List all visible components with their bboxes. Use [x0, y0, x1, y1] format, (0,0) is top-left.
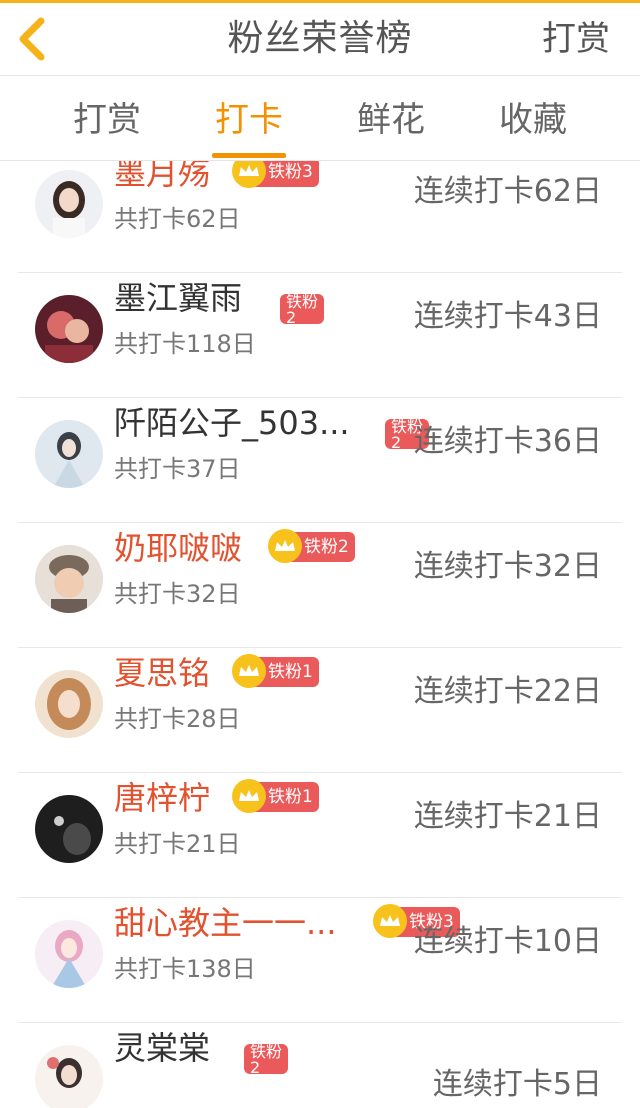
- tab-bar: 打赏 打卡 鲜花 收藏: [0, 76, 640, 161]
- tab-active-indicator: [212, 153, 286, 158]
- crown-icon: [232, 654, 266, 688]
- streak-checkin: 连续打卡43日: [413, 299, 602, 334]
- list-item[interactable]: 夏思铭 铁粉1 共打卡28日 连续打卡22日: [18, 647, 622, 773]
- list-item[interactable]: 灵棠棠 铁粉 2 连续打卡5日: [18, 1022, 622, 1108]
- fan-level-badge: 铁粉 2: [280, 294, 325, 324]
- list-item[interactable]: 墨江翼雨 铁粉 2 共打卡118日 连续打卡43日: [18, 272, 622, 398]
- streak-checkin: 连续打卡62日: [413, 174, 602, 209]
- tab-label: 打赏: [73, 100, 141, 140]
- fan-name[interactable]: 唐梓柠: [114, 776, 210, 820]
- list-item[interactable]: 唐梓柠 铁粉1 共打卡21日 连续打卡21日: [18, 772, 622, 898]
- fan-level-badge: 铁粉2: [268, 529, 355, 563]
- tab-label: 打卡: [215, 100, 283, 140]
- total-checkin: 共打卡62日: [114, 205, 241, 233]
- streak-checkin: 连续打卡32日: [413, 549, 602, 584]
- avatar: [35, 295, 103, 363]
- fan-level-badge: 铁粉3: [232, 161, 319, 188]
- fan-level-badge: 铁粉1: [232, 654, 319, 688]
- avatar: [35, 1045, 103, 1108]
- list-item[interactable]: 甜心教主一一... 铁粉3 共打卡138日 连续打卡10日: [18, 897, 622, 1023]
- reward-button[interactable]: 打赏: [542, 3, 610, 75]
- avatar: [35, 170, 103, 238]
- total-checkin: 共打卡138日: [114, 955, 256, 983]
- fan-name[interactable]: 甜心教主一一...: [114, 901, 337, 945]
- tab-reward[interactable]: 打赏: [52, 76, 162, 160]
- avatar: [35, 795, 103, 863]
- crown-icon: [373, 904, 407, 938]
- streak-checkin: 连续打卡22日: [413, 674, 602, 709]
- badge-label: 铁粉1: [268, 787, 313, 807]
- avatar: [35, 545, 103, 613]
- badge-label: 铁粉3: [268, 162, 313, 182]
- streak-checkin: 连续打卡21日: [413, 799, 602, 834]
- crown-icon: [232, 779, 266, 813]
- list-item[interactable]: 墨月殇 铁粉3 共打卡62日 连续打卡62日: [18, 161, 622, 273]
- list-item[interactable]: 奶耶啵啵 铁粉2 共打卡32日 连续打卡32日: [18, 522, 622, 648]
- fan-level-badge: 铁粉1: [232, 779, 319, 813]
- total-checkin: 共打卡32日: [114, 580, 241, 608]
- fan-name[interactable]: 灵棠棠: [114, 1026, 210, 1070]
- list-item[interactable]: 阡陌公子_503... 铁粉 2 共打卡37日 连续打卡36日: [18, 397, 622, 523]
- fan-name[interactable]: 墨江翼雨: [114, 276, 242, 320]
- tab-label: 鲜花: [357, 100, 425, 140]
- badge-label: 铁粉2: [304, 537, 349, 557]
- total-checkin: 共打卡28日: [114, 705, 241, 733]
- avatar: [35, 670, 103, 738]
- total-checkin: 共打卡21日: [114, 830, 241, 858]
- streak-checkin: 连续打卡36日: [413, 424, 602, 459]
- tab-flowers[interactable]: 鲜花: [336, 76, 446, 160]
- streak-checkin: 连续打卡5日: [432, 1067, 602, 1102]
- badge-label: 铁粉1: [268, 662, 313, 682]
- app-header: 粉丝荣誉榜 打赏: [0, 3, 640, 76]
- fan-name[interactable]: 夏思铭: [114, 651, 210, 695]
- streak-checkin: 连续打卡10日: [413, 924, 602, 959]
- fan-ranking-list: 墨月殇 铁粉3 共打卡62日 连续打卡62日 墨江翼雨 铁粉 2 共打卡118日…: [0, 161, 640, 1108]
- fan-name[interactable]: 墨月殇: [114, 161, 210, 195]
- crown-icon: [232, 161, 266, 188]
- total-checkin: 共打卡118日: [114, 330, 256, 358]
- avatar: [35, 920, 103, 988]
- avatar: [35, 420, 103, 488]
- fan-name[interactable]: 阡陌公子_503...: [114, 401, 350, 445]
- tab-label: 收藏: [499, 100, 567, 140]
- crown-icon: [268, 529, 302, 563]
- tab-checkin[interactable]: 打卡: [194, 76, 304, 160]
- fan-name[interactable]: 奶耶啵啵: [114, 526, 242, 570]
- fan-level-badge: 铁粉 2: [244, 1044, 289, 1074]
- total-checkin: 共打卡37日: [114, 455, 241, 483]
- tab-favorites[interactable]: 收藏: [478, 76, 588, 160]
